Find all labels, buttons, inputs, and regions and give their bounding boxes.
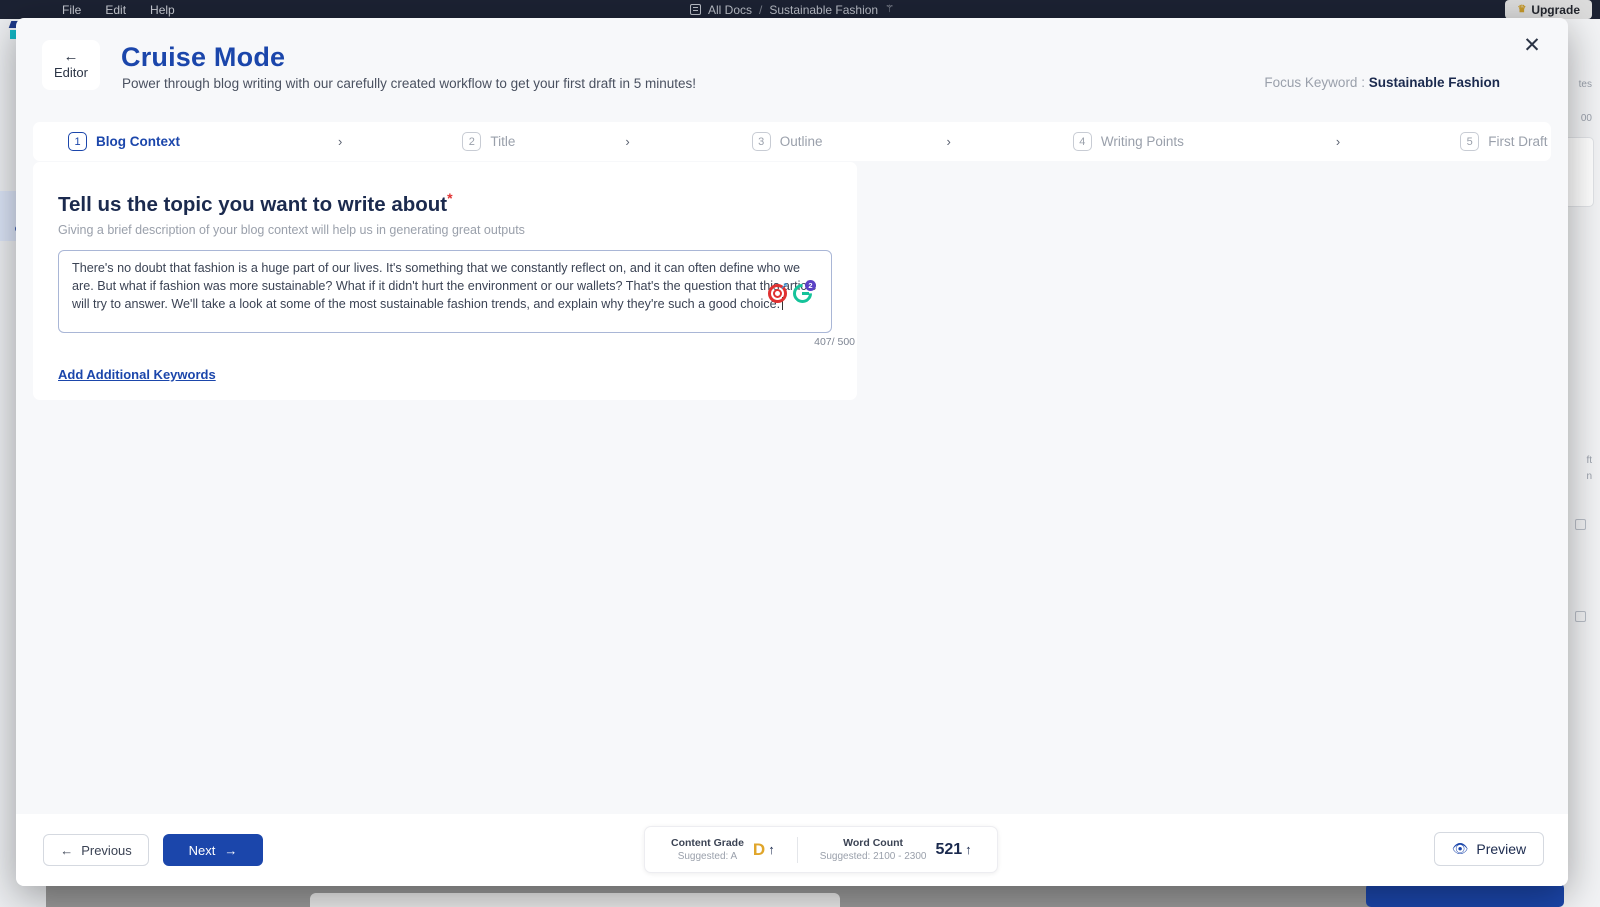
stat-word-count[interactable]: Word Count Suggested: 2100 - 2300 521 ↑	[820, 837, 972, 863]
previous-arrow-icon: ←	[60, 843, 73, 858]
required-asterisk: *	[447, 190, 452, 206]
menu-item-edit[interactable]: Edit	[105, 3, 126, 17]
step-label: Outline	[780, 134, 823, 149]
focus-keyword-value: Sustainable Fashion	[1369, 75, 1500, 90]
right-panel-text-4: n	[1586, 471, 1592, 482]
step-outline[interactable]: 3 Outline	[752, 132, 823, 151]
blog-context-textarea[interactable]: There's no doubt that fashion is a huge …	[58, 250, 832, 333]
menu-item-file[interactable]: File	[62, 3, 81, 17]
breadcrumb-separator: /	[759, 3, 762, 17]
cruise-mode-modal: ← Editor Cruise Mode Power through blog …	[16, 18, 1568, 886]
back-arrow-icon: ←	[64, 50, 79, 64]
question-subtitle: Giving a brief description of your blog …	[58, 223, 525, 237]
blog-context-text: There's no doubt that fashion is a huge …	[72, 259, 820, 313]
modal-header: ← Editor Cruise Mode Power through blog …	[16, 18, 1568, 118]
step-label: Writing Points	[1101, 134, 1184, 149]
background-bottom-action[interactable]	[1366, 883, 1564, 907]
trend-up-icon: ↑	[965, 842, 972, 857]
next-label: Next	[189, 843, 216, 858]
right-panel-text-1: tes	[1579, 79, 1592, 90]
background-bottom-card	[310, 893, 840, 907]
blog-context-value: There's no doubt that fashion is a huge …	[72, 261, 817, 311]
stat-label: Content Grade	[671, 837, 744, 850]
breadcrumb: All Docs / Sustainable Fashion ⚚	[690, 0, 894, 19]
share-icon[interactable]: ⚚	[885, 4, 894, 15]
copy-icon-1[interactable]	[1575, 519, 1586, 530]
character-counter: 407/ 500	[814, 336, 855, 348]
chevron-right-icon-2: ›	[625, 134, 629, 149]
copy-icon-2[interactable]	[1575, 611, 1586, 622]
upgrade-label: Upgrade	[1531, 3, 1580, 17]
blog-context-card: Tell us the topic you want to write abou…	[33, 162, 857, 400]
add-additional-keywords-link[interactable]: Add Additional Keywords	[58, 367, 216, 382]
breadcrumb-all-docs[interactable]: All Docs	[708, 3, 752, 17]
stat-value: D	[753, 840, 765, 860]
stats-divider	[797, 837, 798, 863]
chevron-right-icon-3: ›	[946, 134, 950, 149]
step-label: Blog Context	[96, 134, 180, 149]
step-writing-points[interactable]: 4 Writing Points	[1073, 132, 1184, 151]
preview-button[interactable]: 👁 Preview	[1434, 832, 1544, 866]
previous-button[interactable]: ← Previous	[43, 834, 149, 866]
stat-content-grade[interactable]: Content Grade Suggested: A D ↑	[671, 837, 775, 863]
next-arrow-icon: →	[224, 843, 237, 858]
document-icon	[690, 4, 701, 15]
grammarly-badge-count: 2	[805, 280, 816, 291]
stat-suggested: Suggested: 2100 - 2300	[820, 850, 927, 863]
trend-up-icon: ↑	[768, 842, 775, 857]
workflow-stepper: 1 Blog Context › 2 Title › 3 Outline › 4…	[33, 122, 1551, 161]
crown-icon: ♛	[1517, 4, 1526, 15]
step-label: First Draft	[1488, 134, 1547, 149]
previous-label: Previous	[81, 843, 132, 858]
target-icon[interactable]: ➚	[768, 284, 787, 303]
breadcrumb-document-title[interactable]: Sustainable Fashion	[769, 3, 878, 17]
question-title-text: Tell us the topic you want to write abou…	[58, 193, 447, 216]
grammarly-icon[interactable]: 2	[793, 284, 812, 303]
back-to-editor-label: Editor	[54, 65, 88, 80]
next-button[interactable]: Next →	[163, 834, 263, 866]
step-number: 3	[752, 132, 771, 151]
stat-suggested: Suggested: A	[671, 850, 744, 863]
step-label: Title	[490, 134, 515, 149]
eye-icon: 👁	[1452, 841, 1469, 857]
chevron-right-icon-4: ›	[1336, 134, 1340, 149]
stat-value: 521	[935, 841, 962, 859]
top-menu-bar: File Edit Help All Docs / Sustainable Fa…	[0, 0, 1600, 19]
step-number: 4	[1073, 132, 1092, 151]
close-icon[interactable]: ✕	[1518, 32, 1546, 60]
upgrade-button[interactable]: ♛ Upgrade	[1505, 0, 1592, 19]
menu-item-help[interactable]: Help	[150, 3, 175, 17]
step-number: 2	[462, 132, 481, 151]
stat-value-group: D ↑	[753, 840, 775, 860]
focus-keyword-label: Focus Keyword :	[1264, 75, 1365, 90]
content-stats-bar: Content Grade Suggested: A D ↑ Word Coun…	[644, 826, 998, 873]
right-panel-text-3: ft	[1586, 455, 1592, 466]
stat-label: Word Count	[820, 837, 927, 850]
modal-footer: ← Previous Next → Content Grade Suggeste…	[16, 814, 1568, 886]
textarea-icons: ➚ 2	[768, 284, 812, 303]
step-blog-context[interactable]: 1 Blog Context	[68, 132, 180, 151]
focus-keyword: Focus Keyword : Sustainable Fashion	[1264, 75, 1500, 90]
stat-value-group: 521 ↑	[935, 841, 971, 859]
step-title[interactable]: 2 Title	[462, 132, 515, 151]
question-title: Tell us the topic you want to write abou…	[58, 190, 453, 217]
right-panel-text-2: 00	[1581, 113, 1592, 124]
step-number: 1	[68, 132, 87, 151]
chevron-right-icon-1: ›	[338, 134, 342, 149]
step-first-draft[interactable]: 5 First Draft	[1460, 132, 1547, 151]
back-to-editor-button[interactable]: ← Editor	[42, 40, 100, 90]
step-number: 5	[1460, 132, 1479, 151]
page-title: Cruise Mode	[121, 42, 285, 73]
page-subtitle: Power through blog writing with our care…	[122, 76, 696, 91]
menu-group: File Edit Help	[62, 3, 175, 17]
preview-label: Preview	[1476, 841, 1526, 857]
